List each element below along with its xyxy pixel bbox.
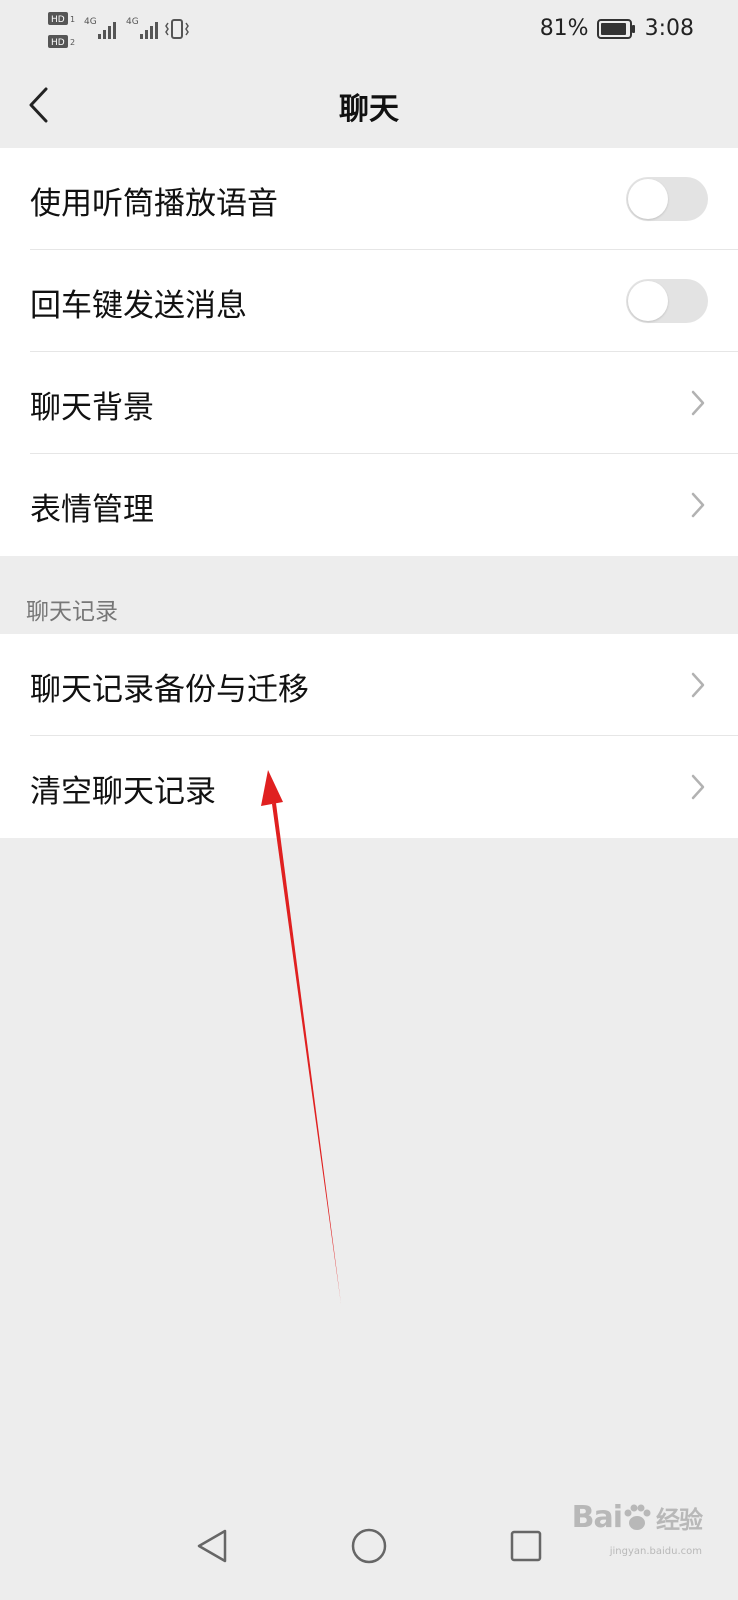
watermark-subtitle: jingyan.baidu.com xyxy=(609,1546,702,1557)
chevron-right-icon xyxy=(691,390,705,416)
general-settings-group: 使用听筒播放语音 回车键发送消息 聊天背景 表情管理 xyxy=(0,148,738,556)
setting-label: 表情管理 xyxy=(30,492,154,528)
battery-icon xyxy=(596,18,635,39)
network-label-1: 4G xyxy=(84,17,97,27)
status-right: 81% 3:08 xyxy=(540,16,694,41)
enter-send-toggle[interactable] xyxy=(626,279,708,323)
toggle-knob xyxy=(628,179,668,219)
chevron-right-icon xyxy=(691,492,705,518)
nav-recents-button[interactable] xyxy=(502,1522,550,1570)
section-title-chat-history: 聊天记录 xyxy=(26,599,118,625)
svg-text:2: 2 xyxy=(70,38,75,47)
setting-label: 清空聊天记录 xyxy=(30,774,216,810)
battery-percent: 81% xyxy=(539,16,589,41)
setting-row-earpiece[interactable]: 使用听筒播放语音 xyxy=(0,148,738,250)
status-bar: HD HD 1 2 4G 4G 81% 3:08 xyxy=(0,0,738,62)
setting-label: 聊天记录备份与迁移 xyxy=(30,672,309,708)
setting-label: 使用听筒播放语音 xyxy=(30,186,278,222)
setting-row-backup-migrate[interactable]: 聊天记录备份与迁移 xyxy=(0,634,738,736)
setting-row-clear-history[interactable]: 清空聊天记录 xyxy=(0,736,738,838)
setting-row-sticker-management[interactable]: 表情管理 xyxy=(0,454,738,556)
chevron-right-icon xyxy=(691,672,705,698)
nav-back-button[interactable] xyxy=(188,1522,236,1570)
chat-history-group: 聊天记录备份与迁移 清空聊天记录 xyxy=(0,634,738,838)
baidu-watermark: Bai 经验 jingyan.baidu.com xyxy=(571,1500,703,1557)
setting-row-enter-send[interactable]: 回车键发送消息 xyxy=(0,250,738,352)
triangle-back-icon xyxy=(197,1529,227,1563)
watermark-brand-suffix: 经验 xyxy=(656,1506,703,1534)
chevron-right-icon xyxy=(691,774,705,800)
watermark-brand: Bai xyxy=(571,1500,623,1535)
svg-text:1: 1 xyxy=(70,15,75,24)
signal-icon: HD HD 1 2 4G 4G xyxy=(48,12,189,48)
network-label-2: 4G xyxy=(126,17,139,27)
setting-label: 回车键发送消息 xyxy=(30,288,247,324)
hd-badge-1: HD xyxy=(51,15,65,25)
setting-row-chat-background[interactable]: 聊天背景 xyxy=(0,352,738,454)
paw-icon xyxy=(624,1504,651,1530)
hd-badge-2: HD xyxy=(51,38,65,48)
earpiece-toggle[interactable] xyxy=(626,177,708,221)
status-left-icons: HD HD 1 2 4G 4G xyxy=(48,10,198,52)
nav-home-button[interactable] xyxy=(345,1522,393,1570)
clock: 3:08 xyxy=(644,16,694,41)
circle-home-icon xyxy=(351,1528,387,1564)
toggle-knob xyxy=(628,281,668,321)
page-title: 聊天 xyxy=(339,92,399,127)
header: 聊天 xyxy=(0,62,738,148)
square-recents-icon xyxy=(510,1530,542,1562)
setting-label: 聊天背景 xyxy=(30,390,154,426)
